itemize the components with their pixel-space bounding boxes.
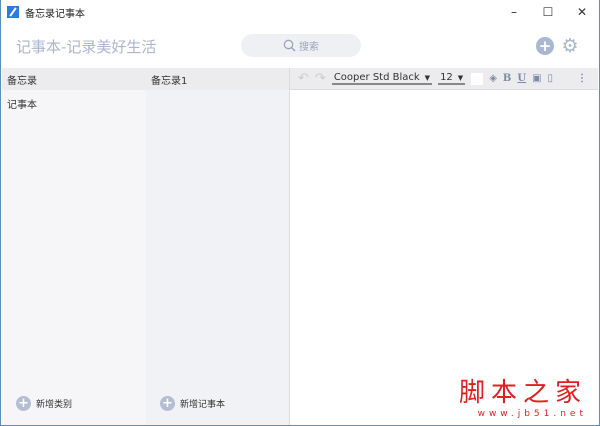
- app-window: 备忘录记事本 – ☐ ✕ 记事本-记录美好生活 搜索 + ⚙ 备忘录 记事本 +…: [0, 0, 600, 426]
- plus-icon: +: [160, 396, 175, 411]
- editor-toolbar: ↶ ↷ Cooper Std Black ▼ 12 ▼ ◈ B U ▣ ▯ ⋮: [290, 68, 598, 90]
- title-bar: 备忘录记事本 – ☐ ✕: [1, 0, 599, 24]
- chevron-down-icon: ▼: [457, 73, 464, 82]
- notes-header: 备忘录1: [146, 68, 289, 90]
- size-select[interactable]: 12 ▼: [438, 72, 466, 85]
- add-note-label: 新增记事本: [180, 400, 226, 410]
- minimize-button[interactable]: –: [497, 0, 531, 24]
- fill-color-icon[interactable]: ◈: [489, 73, 497, 84]
- category-panel: 备忘录 记事本 + 新增类别: [2, 68, 146, 425]
- maximize-button[interactable]: ☐: [531, 0, 565, 24]
- add-category-button[interactable]: + 新增类别: [16, 396, 72, 411]
- undo-icon[interactable]: ↶: [298, 71, 309, 86]
- search-icon: [283, 39, 296, 52]
- color-swatch[interactable]: [471, 72, 484, 85]
- add-icon[interactable]: +: [536, 37, 554, 55]
- font-value: Cooper Std Black: [333, 72, 420, 83]
- settings-icon[interactable]: ⚙: [561, 37, 579, 56]
- add-note-button[interactable]: + 新增记事本: [160, 396, 225, 411]
- category-header: 备忘录: [2, 68, 146, 90]
- redo-icon[interactable]: ↷: [315, 71, 326, 86]
- window-title: 备忘录记事本: [25, 8, 85, 20]
- search-input[interactable]: 搜索: [241, 34, 361, 57]
- add-category-label: 新增类别: [36, 400, 73, 410]
- trash-icon[interactable]: ▯: [548, 73, 554, 84]
- watermark: 脚本之家 www.jb51.net: [459, 372, 587, 419]
- plus-icon: +: [16, 396, 31, 411]
- font-select[interactable]: Cooper Std Black ▼: [331, 72, 433, 85]
- watermark-url: www.jb51.net: [477, 409, 587, 419]
- image-icon[interactable]: ▣: [532, 73, 541, 84]
- notes-panel: 备忘录1 + 新增记事本: [146, 68, 290, 425]
- more-icon[interactable]: ⋮: [577, 73, 587, 84]
- app-icon: [7, 6, 19, 18]
- size-value: 12: [440, 72, 453, 83]
- underline-button[interactable]: U: [517, 73, 526, 84]
- watermark-main: 脚本之家: [458, 378, 587, 408]
- app-header: 记事本-记录美好生活 搜索 + ⚙: [1, 24, 599, 68]
- bold-button[interactable]: B: [503, 73, 511, 84]
- search-placeholder: 搜索: [299, 42, 319, 53]
- chevron-down-icon: ▼: [424, 73, 431, 82]
- brand-title: 记事本-记录美好生活: [16, 38, 157, 56]
- close-button[interactable]: ✕: [565, 0, 599, 24]
- category-item[interactable]: 记事本: [2, 90, 146, 117]
